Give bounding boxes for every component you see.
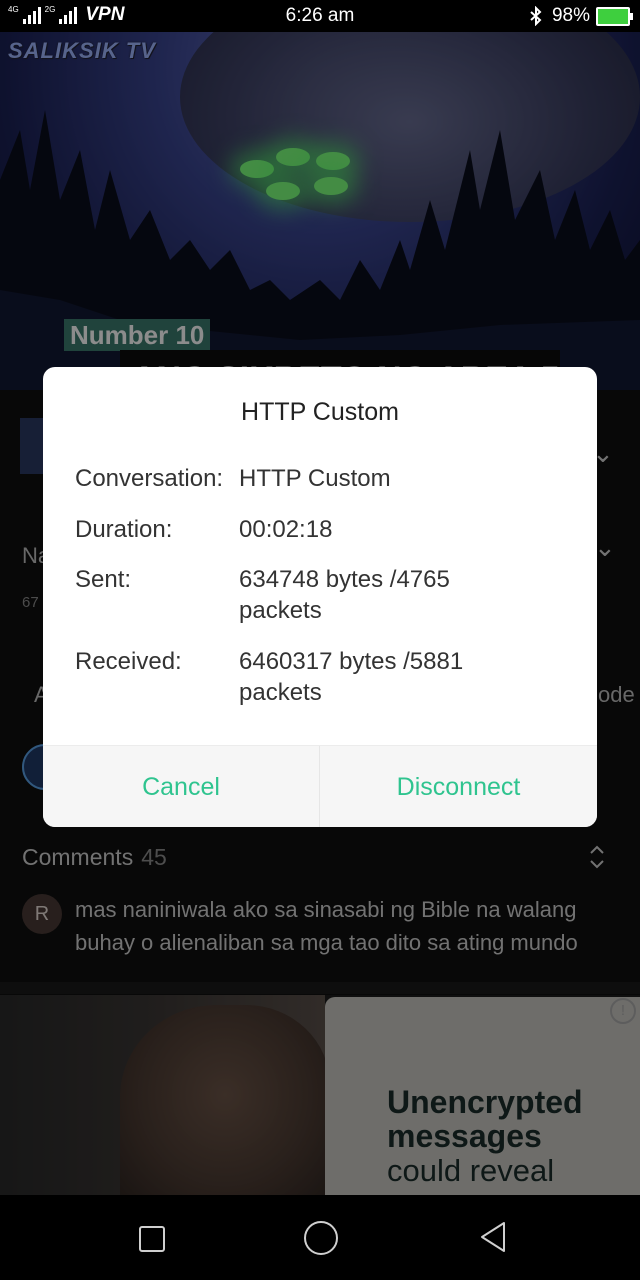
- back-icon[interactable]: [478, 1220, 508, 1254]
- duration-row: Duration: 00:02:18: [75, 514, 565, 546]
- duration-label: Duration:: [75, 516, 173, 543]
- battery-percent: 98%: [551, 5, 590, 26]
- conversation-value: HTTP Custom: [239, 465, 391, 492]
- connection-dialog: HTTP Custom Conversation: HTTP Custom Du…: [43, 367, 597, 827]
- sent-row: Sent: 634748 bytes /4765 packets: [75, 564, 565, 628]
- dialog-actions: Cancel Disconnect: [43, 745, 597, 827]
- disconnect-button[interactable]: Disconnect: [320, 746, 597, 827]
- recents-icon[interactable]: [139, 1226, 165, 1252]
- sent-value: 634748 bytes /4765 packets: [239, 566, 450, 624]
- conversation-label: Conversation:: [75, 465, 224, 492]
- duration-value: 00:02:18: [239, 516, 333, 543]
- conversation-row: Conversation: HTTP Custom: [75, 463, 565, 495]
- dialog-title: HTTP Custom: [241, 398, 399, 426]
- home-icon[interactable]: [304, 1221, 338, 1255]
- received-row: Received: 6460317 bytes /5881 packets: [75, 646, 565, 710]
- received-value: 6460317 bytes /5881 packets: [239, 648, 464, 706]
- bluetooth-icon: [530, 6, 542, 26]
- battery-icon: [596, 6, 633, 26]
- sent-label: Sent:: [75, 566, 132, 593]
- received-label: Received:: [75, 648, 182, 675]
- status-bar: 4G 2G VPN 6:26 am 98%: [0, 0, 640, 32]
- cancel-button[interactable]: Cancel: [43, 746, 319, 827]
